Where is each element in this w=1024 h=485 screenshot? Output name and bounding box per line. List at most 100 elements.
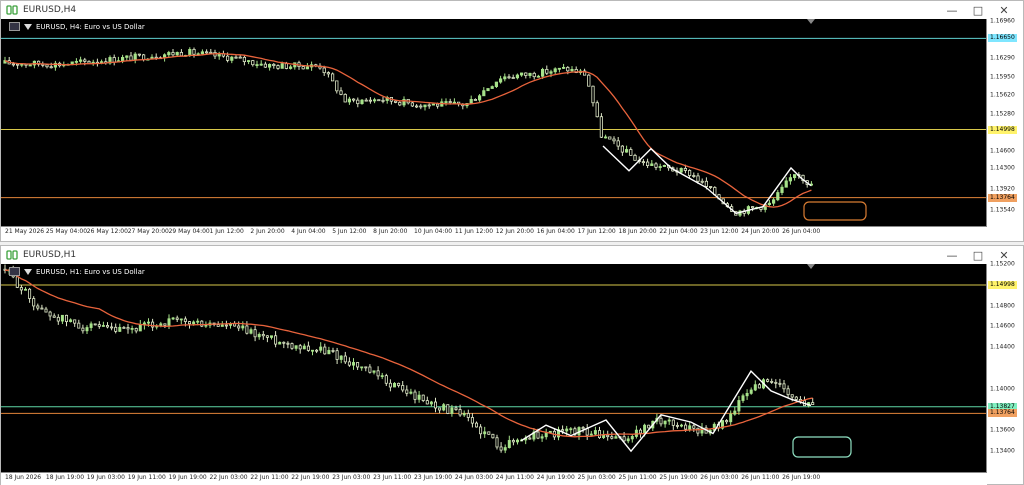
price-chart-h4[interactable]: EURUSD, H4: Euro vs US Dollar — [1, 19, 987, 226]
candle-body — [188, 49, 192, 56]
candle-body — [499, 446, 503, 451]
candle-body — [393, 100, 398, 103]
time-tick-label: 26 May 12:00 — [86, 228, 128, 235]
time-tick-label: 2 Jun 20:00 — [250, 228, 285, 235]
candle-body — [261, 334, 265, 337]
candle-body — [486, 88, 490, 92]
candle-body — [133, 53, 137, 61]
candle-body — [49, 66, 53, 69]
candle-body — [683, 168, 688, 171]
candle-body — [446, 404, 450, 414]
price-tick-label: 1.15620 — [990, 91, 1015, 99]
candle-body — [633, 154, 637, 161]
candle-body — [780, 186, 784, 193]
chart-shift-marker-icon[interactable] — [807, 264, 815, 269]
candle-body — [688, 425, 692, 430]
candle-body — [286, 342, 290, 345]
chart-window-icon — [6, 250, 18, 260]
time-axis-h1[interactable]: 18 Jun 2026 18 Jun 19:00 19 Jun 03:00 19 Ju… — [1, 472, 987, 485]
candle-body — [515, 74, 520, 79]
price-tick-label: 1.16290 — [990, 54, 1015, 62]
candle-body — [137, 53, 141, 56]
minimize-button[interactable]: — — [939, 1, 965, 19]
time-tick-label: 22 Jun 11:00 — [250, 474, 289, 481]
candle-body — [175, 317, 179, 320]
title-bar-h4[interactable]: EURUSD,H4 — □ ✕ — [1, 1, 1023, 19]
annotation-rectangle — [792, 436, 852, 458]
price-axis-h1[interactable]: 1.15200 1.14800 1.14600 1.14400 1.14000 1.136… — [986, 261, 1023, 472]
price-chart-h1[interactable]: EURUSD, H1: Euro vs US Dollar — [1, 264, 987, 472]
candle-body — [267, 63, 272, 68]
candle-body — [659, 417, 663, 425]
candle-body — [269, 335, 273, 338]
candle-body — [114, 326, 118, 332]
candle-body — [585, 428, 589, 436]
candle-body — [599, 116, 604, 138]
candle-body — [770, 381, 774, 383]
candle-body — [179, 52, 183, 57]
candle-body — [419, 105, 423, 108]
time-tick-label: 17 Jun 12:00 — [577, 228, 616, 235]
candle-body — [741, 395, 745, 401]
candle-body — [79, 59, 83, 62]
candle-body — [125, 55, 129, 58]
price-axis-h4[interactable]: 1.16960 1.16290 1.15950 1.15620 1.15280 1.146… — [986, 17, 1023, 226]
chart-canvas-h4[interactable] — [1, 19, 987, 226]
candle-body — [581, 427, 585, 430]
candle-body — [381, 99, 385, 102]
candle-body — [110, 326, 114, 329]
candle-body — [36, 305, 40, 309]
maximize-button[interactable]: □ — [965, 1, 991, 19]
price-level-label: 1.13764 — [988, 193, 1017, 202]
candle-body — [696, 427, 700, 434]
candle-body — [448, 101, 452, 103]
candle-body — [790, 394, 794, 398]
candle-body — [494, 81, 499, 87]
candle-body — [343, 355, 347, 363]
candle-body — [242, 56, 246, 63]
candle-body — [129, 55, 133, 61]
candle-body — [249, 329, 253, 334]
chart-window-h4[interactable]: EURUSD,H4 — □ ✕ EURUSD, H4: Euro vs US D… — [0, 0, 1024, 242]
candle-body — [196, 320, 200, 323]
candle-body — [528, 72, 532, 76]
candle-body — [684, 424, 688, 430]
candle-body — [204, 324, 208, 327]
time-axis-h4[interactable]: 21 May 2026 25 May 04:00 26 May 12:00 27 Ma… — [1, 226, 987, 239]
candle-body — [220, 324, 224, 327]
candle-body — [330, 73, 335, 82]
one-click-trading-icon[interactable] — [24, 23, 32, 30]
candle-body — [774, 381, 778, 384]
candle-body — [700, 180, 704, 183]
candle-body — [302, 345, 306, 350]
chart-window-h1[interactable]: EURUSD,H1 — □ ✕ EURUSD, H1: Euro vs US D… — [0, 245, 1024, 485]
candle-body — [524, 72, 528, 76]
candle-body — [74, 60, 78, 63]
candle-body — [272, 63, 276, 66]
close-button[interactable]: ✕ — [991, 1, 1017, 19]
candle-body — [134, 328, 138, 332]
candle-body — [692, 175, 696, 177]
candle-body — [490, 86, 494, 89]
candle-body — [433, 401, 437, 409]
candle-body — [458, 409, 462, 416]
chart-header-h4: EURUSD, H4: Euro vs US Dollar — [9, 22, 145, 31]
candle-body — [641, 161, 646, 164]
one-click-trading-icon[interactable] — [24, 268, 32, 275]
chart-canvas-h1[interactable] — [1, 264, 987, 472]
maximize-button[interactable]: □ — [965, 246, 991, 264]
candle-body — [469, 99, 473, 104]
minimize-button[interactable]: — — [939, 246, 965, 264]
candle-body — [241, 325, 245, 329]
title-bar-h1[interactable]: EURUSD,H1 — □ ✕ — [1, 246, 1023, 264]
candle-body — [479, 426, 483, 435]
price-tick-label: 1.16960 — [990, 17, 1015, 25]
price-tick-label: 1.15950 — [990, 73, 1015, 81]
candle-body — [793, 174, 797, 179]
candle-body — [423, 104, 427, 108]
candle-body — [138, 324, 142, 332]
candle-body — [737, 400, 741, 412]
candle-body — [368, 99, 373, 102]
candle-body — [224, 324, 228, 327]
chart-shift-marker-icon[interactable] — [807, 19, 815, 24]
